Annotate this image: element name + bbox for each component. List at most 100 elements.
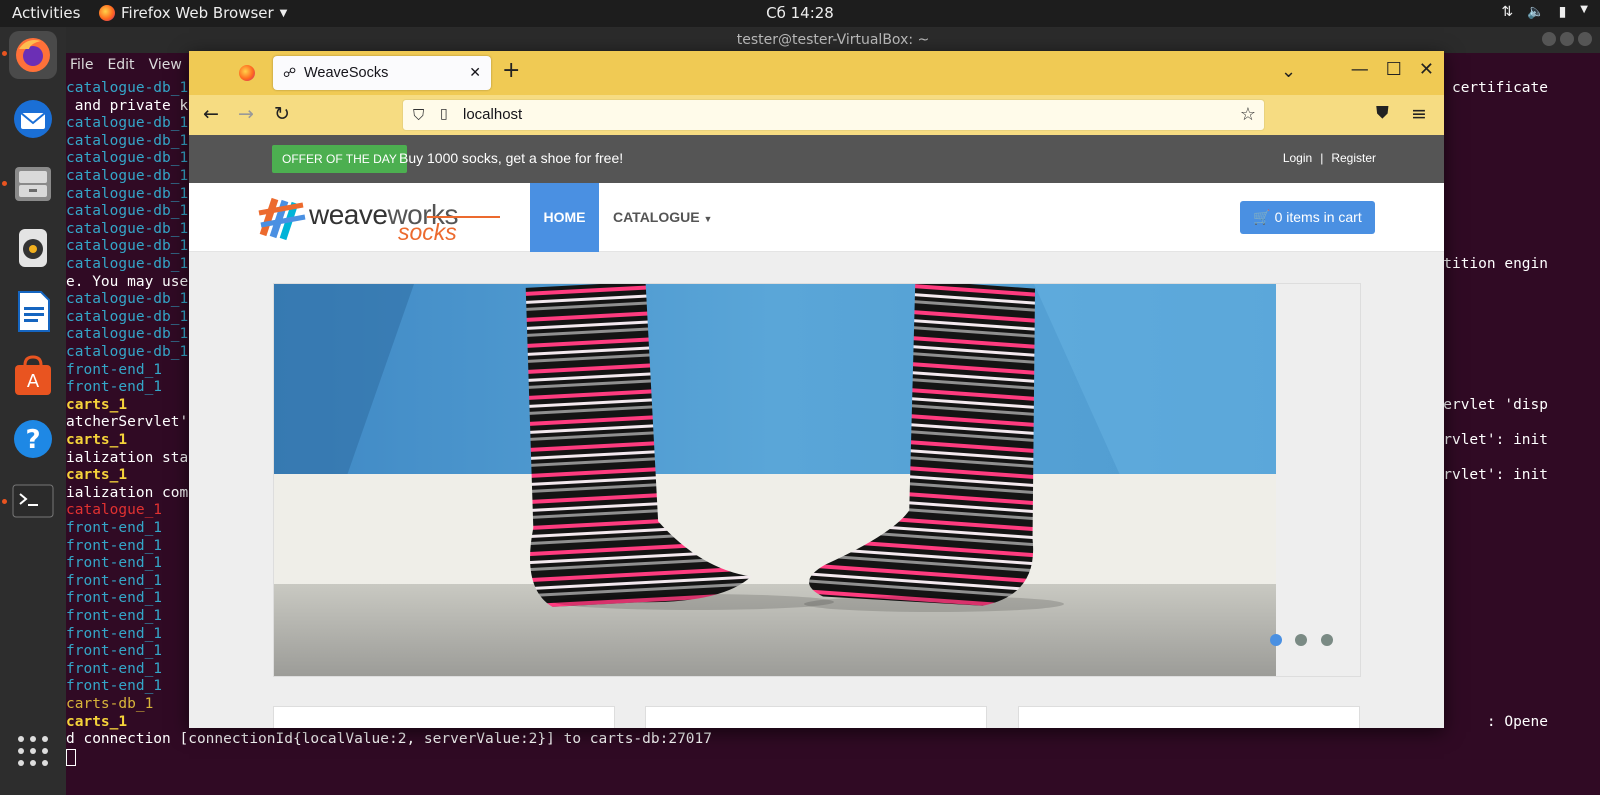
minimize-button[interactable] — [1542, 32, 1556, 46]
close-button[interactable] — [1578, 32, 1592, 46]
rhythmbox-dock-icon[interactable] — [9, 223, 57, 271]
cart-label: 0 items in cart — [1274, 209, 1362, 225]
weaveworks-socks-logo[interactable]: weaveworks socks — [257, 193, 500, 245]
logo-word-socks: socks — [398, 219, 457, 245]
terminal-line: catalogue-db_1 — [66, 185, 189, 202]
auth-links: Login | Register — [1283, 151, 1376, 165]
terminal-line: catalogue_1 — [66, 502, 163, 519]
menu-file[interactable]: File — [70, 57, 93, 73]
url-bar[interactable]: ⛉ ▯ localhost ☆ — [402, 99, 1265, 131]
product-card[interactable] — [645, 706, 987, 728]
firefox-icon — [99, 5, 115, 21]
url-text[interactable]: localhost — [463, 106, 522, 123]
running-indicator — [2, 51, 7, 56]
menu-edit[interactable]: Edit — [107, 57, 134, 73]
nav-catalogue[interactable]: CATALOGUE ▼ — [613, 183, 712, 252]
terminal-line: catalogue-db_1 — [66, 115, 189, 132]
login-link[interactable]: Login — [1283, 151, 1312, 165]
terminal-line: front-end_1 — [66, 643, 163, 660]
text-cursor — [66, 749, 76, 766]
app-grid-icon[interactable] — [9, 727, 57, 775]
terminal-cursor-line[interactable] — [66, 749, 76, 767]
help-dock-icon[interactable]: ? — [9, 415, 57, 463]
tracking-shield-icon[interactable]: ⛉ — [413, 106, 424, 124]
firefox-view-icon[interactable] — [239, 65, 255, 81]
cart-button[interactable]: 🛒 0 items in cart — [1240, 201, 1375, 234]
terminal-line-fragment: tition engin — [1443, 256, 1548, 272]
activities-button[interactable]: Activities — [12, 4, 80, 22]
nav-catalogue-label: CATALOGUE — [613, 209, 700, 225]
svg-text:?: ? — [25, 425, 40, 455]
new-tab-button[interactable]: + — [502, 60, 520, 82]
battery-icon: ▮ — [1558, 4, 1567, 20]
chevron-down-icon: ▼ — [279, 7, 288, 19]
tab-weavesocks[interactable]: ☍ WeaveSocks ✕ — [273, 56, 491, 90]
logo-word-weave: weave — [309, 199, 388, 230]
cart-icon: 🛒 — [1253, 209, 1271, 225]
terminal-line: catalogue-db_1 — [66, 150, 189, 167]
terminal-line: carts_1 — [66, 713, 128, 730]
bookmark-star-icon[interactable]: ☆ — [1240, 104, 1256, 125]
software-center-dock-icon[interactable]: A — [9, 351, 57, 399]
back-button[interactable]: ← — [203, 103, 219, 125]
terminal-line: atcherServlet' — [66, 414, 189, 431]
close-window-button[interactable]: ✕ — [1419, 59, 1434, 80]
minimize-button[interactable]: — — [1351, 59, 1369, 80]
terminal-line: front-end_1 — [66, 678, 163, 695]
terminal-line: e. You may use — [66, 273, 189, 290]
chevron-down-icon: ▼ — [1580, 4, 1588, 15]
terminal-line: front-end_1 — [66, 608, 163, 624]
hamburger-menu-icon[interactable]: ≡ — [1411, 103, 1427, 125]
page-info-icon[interactable]: ▯ — [440, 106, 448, 122]
promo-bar: OFFER OF THE DAY Buy 1000 socks, get a s… — [189, 135, 1444, 183]
offer-of-the-day-button[interactable]: OFFER OF THE DAY — [272, 145, 407, 173]
terminal-titlebar[interactable]: tester@tester-VirtualBox: ~ — [66, 27, 1600, 53]
terminal-line: front-end_1 — [66, 361, 163, 378]
terminal-title: tester@tester-VirtualBox: ~ — [736, 32, 930, 48]
terminal-line: catalogue-db_1 — [66, 238, 189, 255]
product-card[interactable] — [273, 706, 615, 728]
forward-button[interactable]: → — [238, 103, 254, 125]
terminal-line: and private k — [66, 97, 189, 114]
app-menu[interactable]: Firefox Web Browser ▼ — [99, 4, 287, 22]
maximize-button[interactable] — [1560, 32, 1574, 46]
volume-icon: 🔈 — [1527, 4, 1545, 20]
terminal-line: catalogue-db_1 — [66, 132, 189, 149]
terminal-line: catalogue-db_1 — [66, 203, 189, 220]
hero-carousel[interactable] — [273, 283, 1361, 677]
terminal-line: catalogue-db_1 — [66, 308, 189, 325]
running-indicator — [2, 181, 7, 186]
system-tray[interactable]: ⇅ 🔈 ▮ ▼ — [1501, 4, 1588, 20]
top-bar: Activities Firefox Web Browser ▼ Сб 14:2… — [0, 0, 1600, 27]
maximize-button[interactable]: ☐ — [1386, 59, 1402, 80]
firefox-dock-icon[interactable] — [9, 31, 57, 79]
writer-dock-icon[interactable] — [9, 287, 57, 335]
site-navbar: weaveworks socks HOME CATALOGUE ▼ 🛒 0 it… — [189, 183, 1444, 252]
product-card[interactable] — [1018, 706, 1360, 728]
terminal-line-fragment: certificate — [1443, 80, 1548, 96]
menu-view[interactable]: View — [149, 57, 182, 73]
terminal-line: carts-db_1 — [66, 696, 154, 712]
carousel-dot-1[interactable] — [1270, 634, 1282, 646]
reload-button[interactable]: ↻ — [274, 103, 290, 125]
carousel-dot-3[interactable] — [1321, 634, 1333, 646]
terminal-line: d connection [connectionId{localValue:2,… — [66, 731, 713, 748]
thunderbird-dock-icon[interactable] — [9, 95, 57, 143]
terminal-line: catalogue-db_1 — [66, 168, 189, 184]
dock: A ? — [0, 27, 66, 795]
terminal-line-fragment: ervlet 'disp — [1443, 396, 1548, 413]
terminal-line: catalogue-db_1 — [66, 256, 189, 272]
terminal-dock-icon[interactable] — [9, 477, 57, 525]
pocket-icon[interactable]: ⛊ — [1376, 103, 1389, 123]
terminal-line: front-end_1 — [66, 555, 163, 572]
terminal-line-fragment: rvlet': init — [1443, 432, 1548, 448]
firefox-window[interactable]: ☍ WeaveSocks ✕ + ⌄ — ☐ ✕ ← → ↻ ⛉ ▯ local… — [189, 51, 1444, 728]
list-all-tabs-icon[interactable]: ⌄ — [1281, 61, 1296, 82]
nav-home[interactable]: HOME — [530, 183, 599, 252]
clock[interactable]: Сб 14:28 — [766, 4, 834, 22]
close-tab-icon[interactable]: ✕ — [469, 64, 481, 81]
register-link[interactable]: Register — [1331, 151, 1376, 165]
files-dock-icon[interactable] — [9, 159, 57, 207]
carousel-dot-2[interactable] — [1295, 634, 1307, 646]
terminal-line: front-end_1 — [66, 379, 163, 396]
